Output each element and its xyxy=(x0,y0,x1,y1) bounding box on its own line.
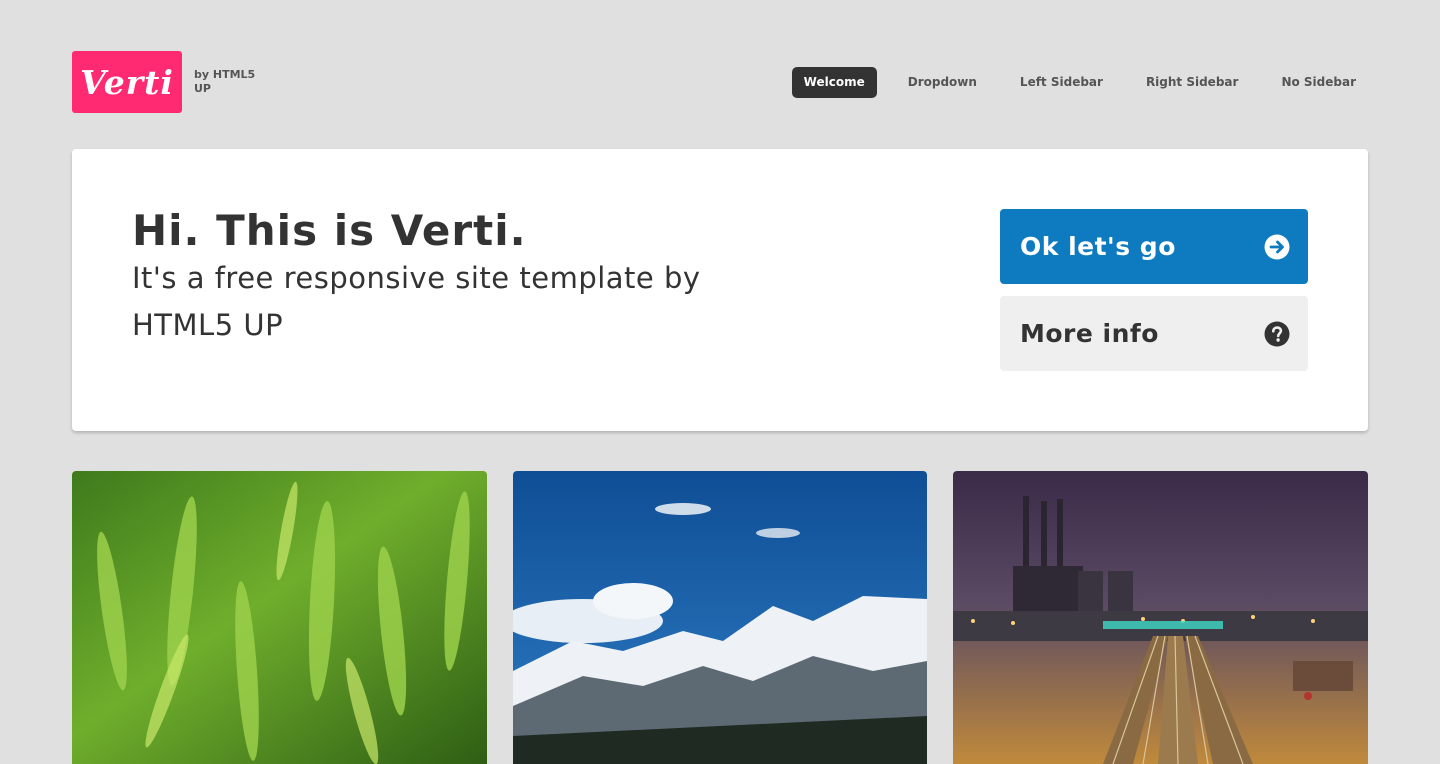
nav-item-welcome[interactable]: Welcome xyxy=(791,67,877,98)
wheat-field-photo xyxy=(72,471,487,764)
nav-item-right-sidebar[interactable]: Right Sidebar xyxy=(1134,67,1251,98)
more-info-label: More info xyxy=(1020,319,1159,348)
main-nav: Welcome Dropdown Left Sidebar Right Side… xyxy=(773,67,1368,98)
snowy-mountains-photo xyxy=(513,471,927,764)
logo[interactable]: Verti xyxy=(72,51,182,113)
city-railway-image[interactable] xyxy=(953,471,1368,764)
banner-subtitle: It's a free responsive site template by … xyxy=(132,261,701,342)
nav-item-left-sidebar[interactable]: Left Sidebar xyxy=(1008,67,1115,98)
city-railway-night-photo xyxy=(953,471,1368,764)
nav-item-dropdown[interactable]: Dropdown xyxy=(896,67,989,98)
nav-item-no-sidebar[interactable]: No Sidebar xyxy=(1269,67,1368,98)
banner: Hi. This is Verti. It's a free responsiv… xyxy=(72,149,1368,431)
wheat-field-image[interactable] xyxy=(72,471,487,764)
ok-lets-go-label: Ok let's go xyxy=(1020,232,1176,261)
arrow-right-circle-icon xyxy=(1264,234,1290,259)
logo-text: Verti xyxy=(80,62,174,102)
more-info-button[interactable]: More info xyxy=(1000,296,1308,371)
ok-lets-go-button[interactable]: Ok let's go xyxy=(1000,209,1308,284)
question-circle-icon xyxy=(1264,321,1290,346)
logo-subtitle: by HTML5 UP xyxy=(194,68,256,95)
banner-title: Hi. This is Verti. xyxy=(132,206,527,255)
snowy-mountains-image[interactable] xyxy=(513,471,927,764)
